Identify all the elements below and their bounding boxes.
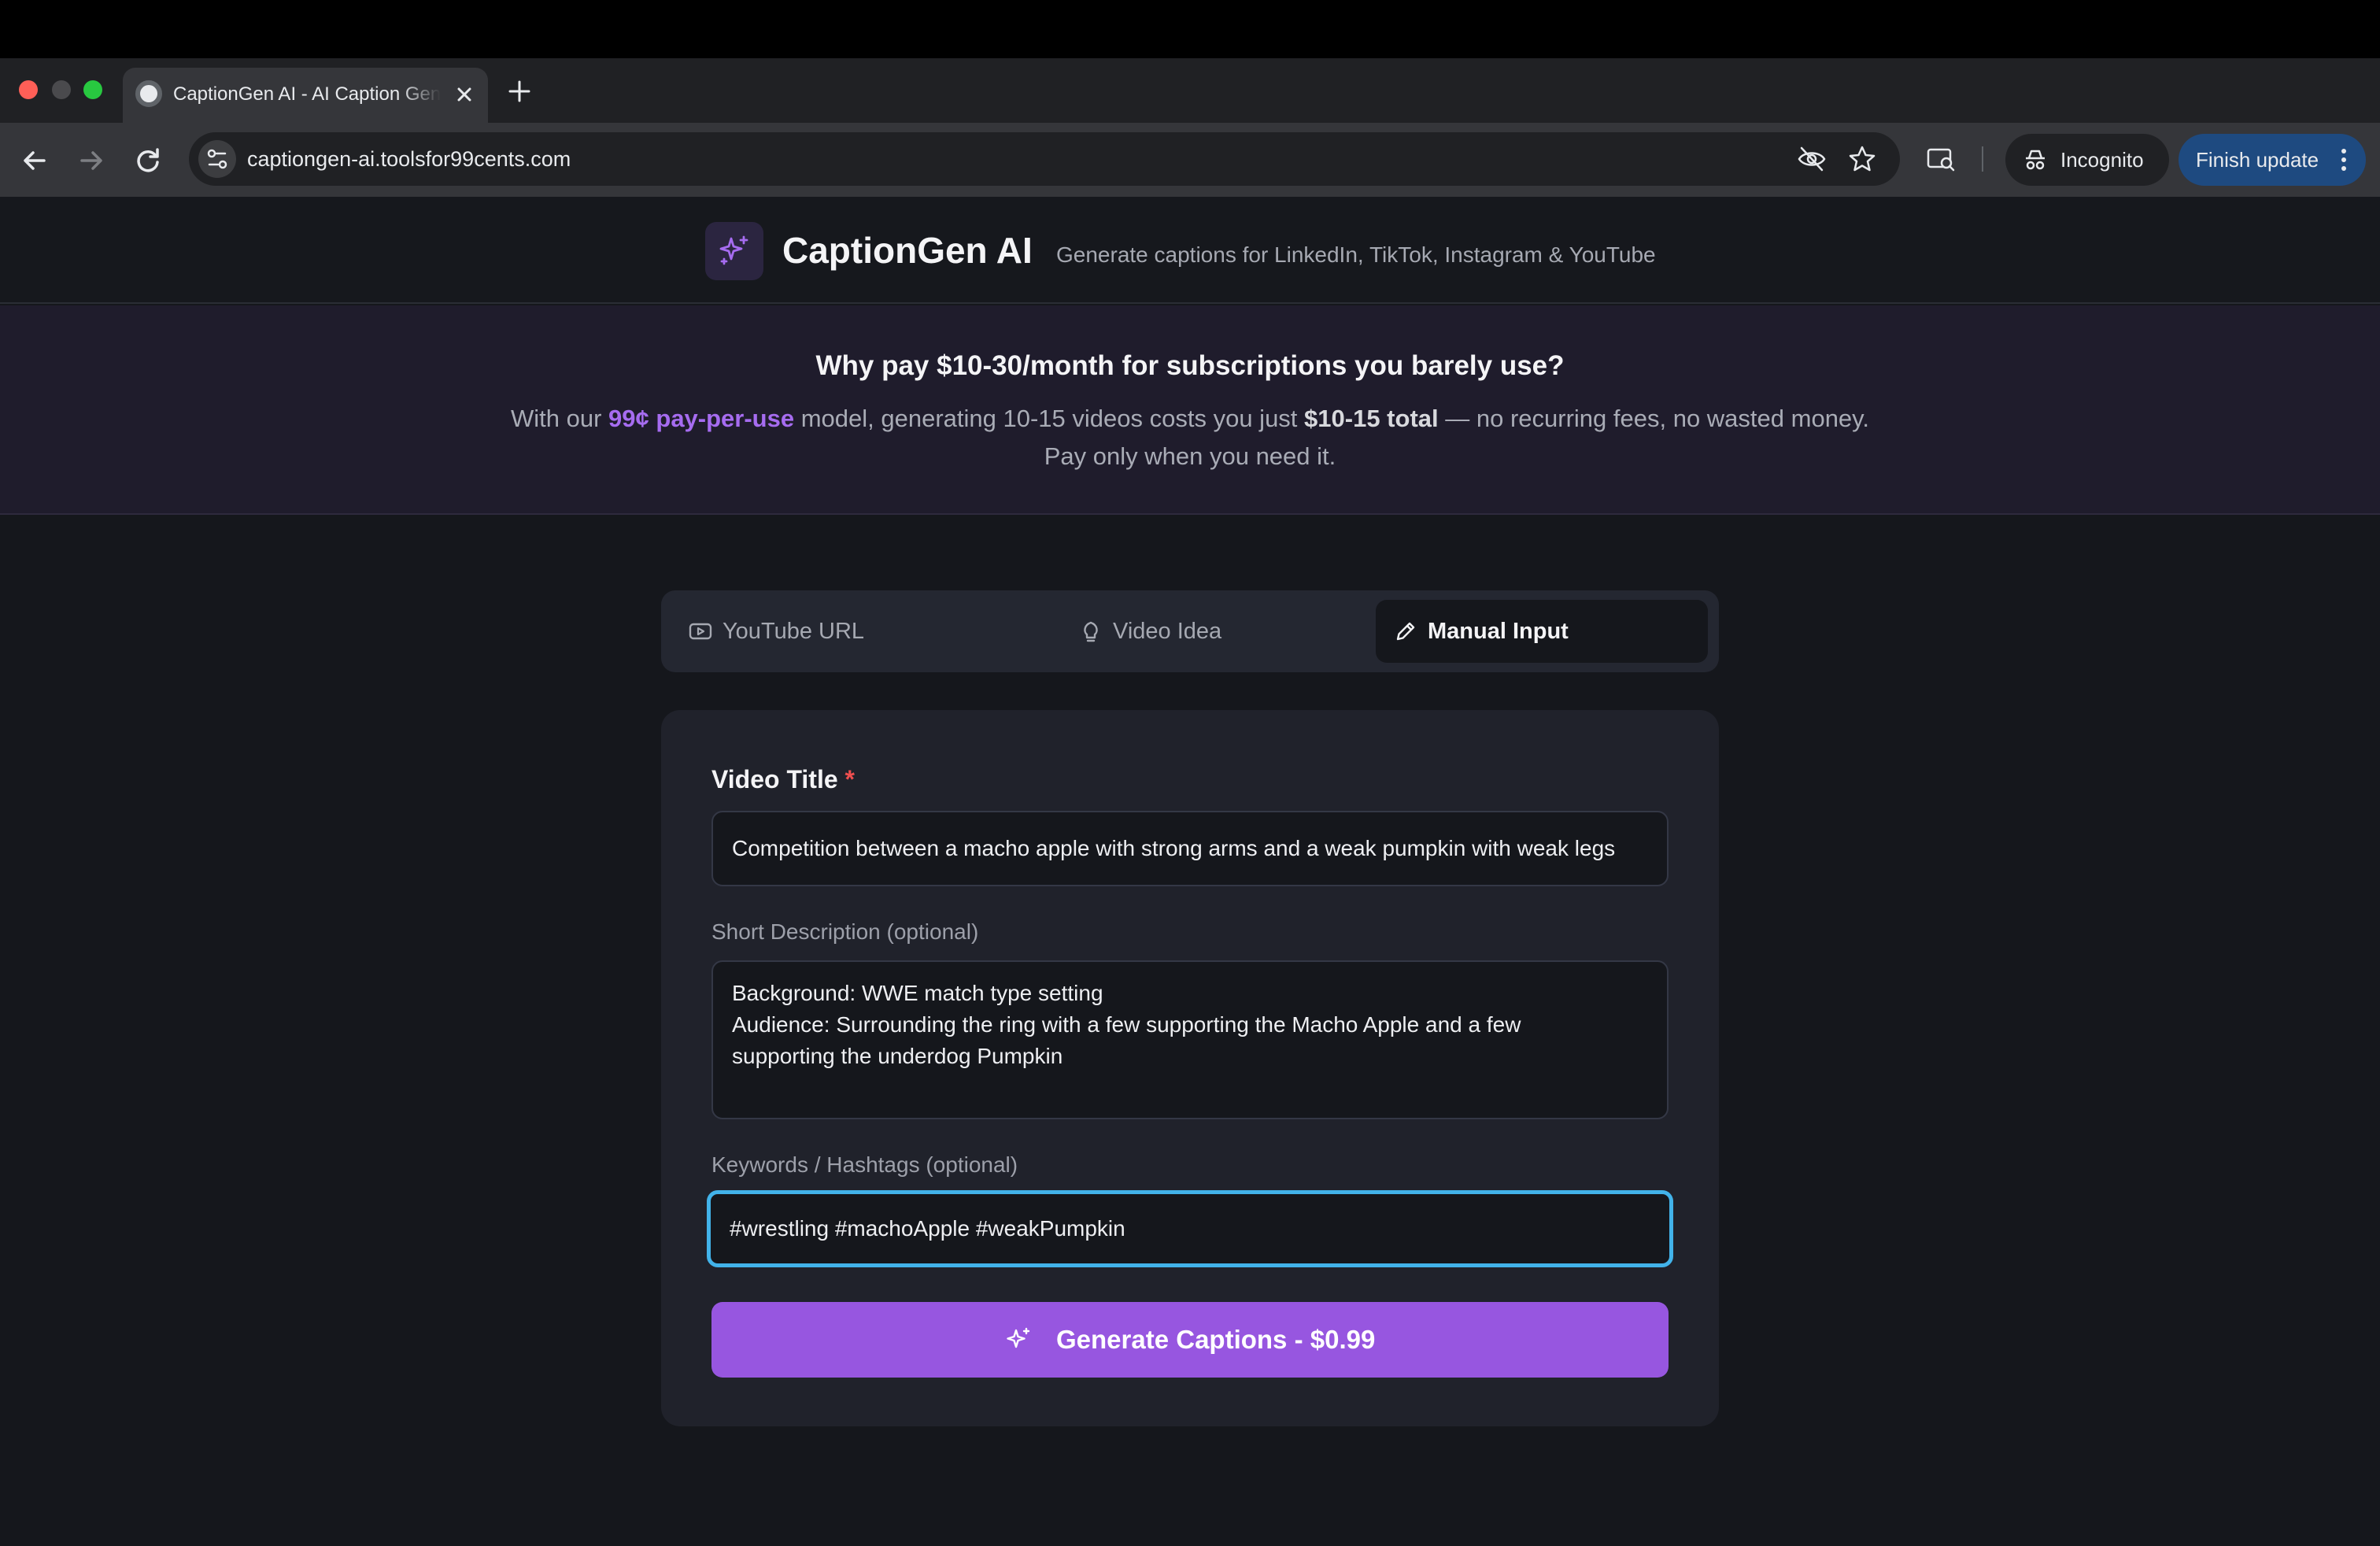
promo-highlight: 99¢ pay-per-use [608,405,795,432]
video-title-input[interactable]: Competition between a macho apple with s… [711,811,1669,886]
promo-text: With our [511,405,609,432]
incognito-icon [2026,150,2045,170]
site-info-icon[interactable] [198,140,236,178]
generate-captions-button[interactable]: Generate Captions - $0.99 [711,1302,1669,1378]
label-text: Video Title [711,765,838,793]
new-tab-icon[interactable] [504,76,535,107]
tab-video-idea[interactable]: Video Idea [1020,600,1358,663]
promo-body: With our 99¢ pay-per-use model, generati… [504,400,1876,475]
os-menu-bar [0,0,2380,58]
url-text[interactable]: captiongen-ai.toolsfor99cents.com [247,143,571,175]
forward-arrow-icon[interactable] [72,142,110,179]
tab-label: YouTube URL [722,619,865,644]
incognito-button[interactable]: Incognito [2005,134,2169,186]
minimize-window-button[interactable] [52,80,71,99]
video-title-label: Video Title * [711,762,855,797]
bookmark-star-icon[interactable] [1846,143,1878,175]
youtube-icon [689,623,712,640]
reload-icon[interactable] [129,142,167,179]
short-description-label: Short Description (optional) [711,919,979,944]
tab-label: Video Idea [1113,619,1222,644]
tagline: Generate captions for LinkedIn, TikTok, … [1056,242,1656,267]
lightbulb-icon [1084,621,1098,642]
finish-update-label: Finish update [2196,148,2319,172]
tab-youtube-url[interactable]: YouTube URL [671,600,1009,663]
more-options-icon[interactable] [2336,146,2352,174]
close-window-button[interactable] [19,80,38,99]
tab-label: Manual Input [1428,619,1569,644]
incognito-label: Incognito [2060,148,2144,172]
toolbar-divider [1982,146,1983,172]
close-tab-icon[interactable] [452,82,477,107]
logo [705,222,763,280]
promo-strong: $10-15 total [1304,405,1439,432]
pencil-icon [1396,622,1415,641]
tab-title: CaptionGen AI - AI Caption Generator [173,83,441,105]
keywords-input[interactable]: #wrestling #machoApple #weakPumpkin [707,1190,1673,1267]
short-description-textarea[interactable]: Background: WWE match type setting Audie… [711,960,1669,1119]
brand-name: CaptionGen AI [782,230,1033,271]
media-search-icon[interactable] [1925,143,1957,175]
browser-tab[interactable]: CaptionGen AI - AI Caption Generator [123,68,488,123]
eye-off-icon[interactable] [1796,143,1828,175]
input-mode-tabs: YouTube URL Video Idea Manual Input [661,590,1719,672]
sparkles-icon [719,235,748,265]
sparkles-icon [1007,1327,1030,1348]
description-line: supporting the underdog Pumpkin [732,1044,1063,1068]
description-line: Audience: Surrounding the ring with a fe… [732,1012,1521,1037]
maximize-window-button[interactable] [83,80,102,99]
description-line: Background: WWE match type setting [732,981,1103,1005]
keywords-label: Keywords / Hashtags (optional) [711,1152,1018,1177]
favicon-icon [135,80,162,107]
back-arrow-icon[interactable] [16,142,54,179]
finish-update-button[interactable]: Finish update [2179,134,2366,186]
generate-captions-label: Generate Captions - $0.99 [1056,1325,1376,1354]
promo-text: model, generating 10-15 videos costs you… [794,405,1305,432]
required-mark: * [844,765,855,793]
tab-manual-input[interactable]: Manual Input [1376,600,1708,663]
promo-title: Why pay $10-30/month for subscriptions y… [815,350,1565,381]
